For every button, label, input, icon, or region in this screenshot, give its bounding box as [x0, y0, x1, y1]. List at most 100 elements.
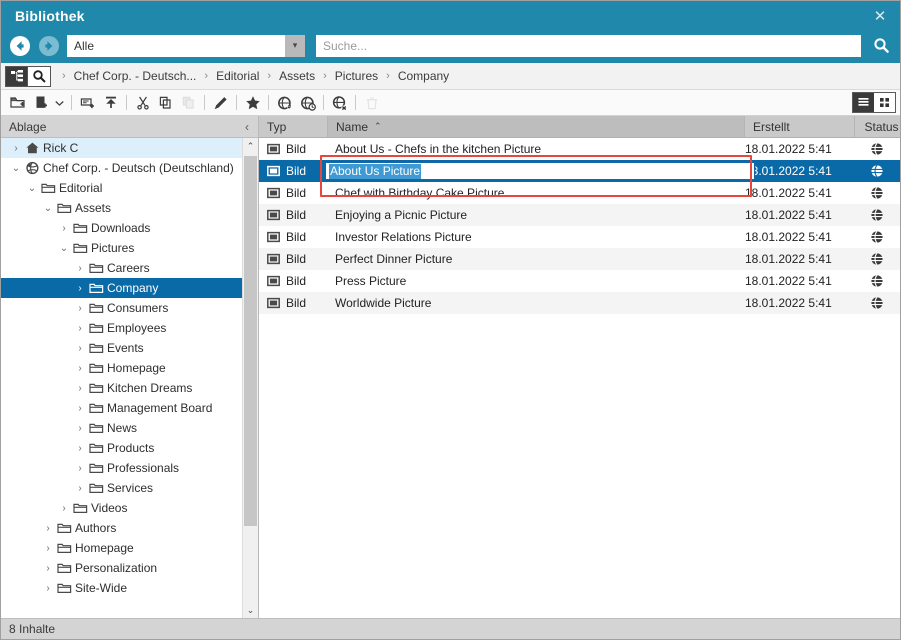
scroll-up-icon[interactable]: ⌃	[243, 138, 258, 154]
chevron-right-icon[interactable]: ›	[41, 543, 55, 554]
column-header-typ[interactable]: Typ	[259, 116, 327, 137]
breadcrumb-item[interactable]: Company	[395, 69, 452, 83]
tree-item-rick-c[interactable]: ›Rick C	[1, 138, 242, 158]
cell-type-label: Bild	[286, 186, 306, 200]
breadcrumb-item[interactable]: Editorial	[213, 69, 262, 83]
tree-item-consumers[interactable]: ›Consumers	[1, 298, 242, 318]
tile-view-button[interactable]	[874, 93, 895, 112]
chevron-right-icon[interactable]: ›	[73, 383, 87, 394]
tree-item-authors[interactable]: › Authors	[1, 518, 242, 538]
tree-item-assets[interactable]: ⌄Assets	[1, 198, 242, 218]
upload-icon[interactable]	[99, 92, 122, 114]
publish-icon[interactable]	[273, 92, 296, 114]
chevron-right-icon[interactable]: ›	[41, 563, 55, 574]
unpublish-icon[interactable]	[328, 92, 351, 114]
tree-item-products[interactable]: ›Products	[1, 438, 242, 458]
tree-item-editorial[interactable]: ⌄Editorial	[1, 178, 242, 198]
table-row[interactable]: BildAbout Us - Chefs in the kitchen Pict…	[259, 138, 900, 160]
schedule-publish-icon[interactable]	[296, 92, 319, 114]
chevron-right-icon[interactable]: ›	[57, 223, 71, 234]
forward-icon[interactable]	[38, 35, 60, 57]
chevron-right-icon[interactable]: ›	[73, 423, 87, 434]
chevron-right-icon[interactable]: ›	[57, 503, 71, 514]
rename-input[interactable]: About Us Picture	[325, 162, 755, 180]
new-document-icon[interactable]	[29, 92, 52, 114]
list-view-button[interactable]	[853, 93, 874, 112]
scrollbar-thumb[interactable]	[244, 156, 257, 526]
delete-trash-icon	[360, 92, 383, 114]
tree-item-pictures[interactable]: ⌄Pictures	[1, 238, 242, 258]
copy-icon[interactable]	[154, 92, 177, 114]
tree-item-news[interactable]: ›News	[1, 418, 242, 438]
picture-icon	[267, 253, 280, 265]
close-icon[interactable]: ✕	[860, 1, 900, 31]
search-mode-button[interactable]	[28, 66, 51, 87]
tree-item-management-board[interactable]: ›Management Board	[1, 398, 242, 418]
chevron-right-icon[interactable]: ›	[73, 363, 87, 374]
tree-item-professionals[interactable]: ›Professionals	[1, 458, 242, 478]
chevron-right-icon[interactable]: ›	[73, 343, 87, 354]
column-header-status[interactable]: Status	[854, 116, 900, 137]
filter-dropdown[interactable]: Alle ▾	[67, 35, 305, 57]
search-input[interactable]	[316, 36, 861, 56]
chevron-right-icon[interactable]: ›	[73, 263, 87, 274]
tree-item-kitchen-dreams[interactable]: ›Kitchen Dreams	[1, 378, 242, 398]
tree-item-services[interactable]: ›Services	[1, 478, 242, 498]
search-icon[interactable]	[868, 35, 894, 57]
edit-pencil-icon[interactable]	[209, 92, 232, 114]
tree-mode-button[interactable]	[5, 66, 28, 87]
tree-item-chef-corp-deutsch-deutschland[interactable]: ⌄Chef Corp. - Deutsch (Deutschland)	[1, 158, 242, 178]
tree-item-homepage[interactable]: ›Homepage	[1, 358, 242, 378]
tree-item-label: Authors	[73, 521, 116, 535]
folder-icon	[55, 541, 73, 555]
chevron-down-icon[interactable]: ⌄	[57, 243, 71, 254]
table-row[interactable]: BildEnjoying a Picnic Picture18.01.2022 …	[259, 204, 900, 226]
table-row[interactable]: BildWorldwide Picture18.01.2022 5:41	[259, 292, 900, 314]
table-row[interactable]: BildPress Picture18.01.2022 5:41	[259, 270, 900, 292]
cell-type: Bild	[259, 296, 327, 310]
back-icon[interactable]	[9, 35, 31, 57]
table-row[interactable]: BildChef with Birthday Cake Picture18.01…	[259, 182, 900, 204]
favorite-star-icon[interactable]	[241, 92, 264, 114]
tree-scrollbar[interactable]: ⌃ ⌄	[242, 138, 258, 618]
table-row[interactable]: Bild18.01.2022 5:41About Us Picture	[259, 160, 900, 182]
scroll-down-icon[interactable]: ⌄	[243, 602, 258, 618]
chevron-right-icon[interactable]: ›	[41, 583, 55, 594]
chevron-right-icon[interactable]: ›	[73, 443, 87, 454]
chevron-down-icon[interactable]	[52, 92, 67, 114]
breadcrumb-item[interactable]: Chef Corp. - Deutsch...	[71, 69, 200, 83]
breadcrumb-item[interactable]: Pictures	[332, 69, 381, 83]
chevron-down-icon[interactable]: ⌄	[41, 203, 55, 214]
breadcrumb-separator: ›	[318, 70, 332, 82]
table-row[interactable]: BildPerfect Dinner Picture18.01.2022 5:4…	[259, 248, 900, 270]
tree-item-careers[interactable]: ›Careers	[1, 258, 242, 278]
chevron-right-icon[interactable]: ›	[73, 283, 87, 294]
tree-item-company[interactable]: ›Company	[1, 278, 242, 298]
chevron-right-icon[interactable]: ›	[73, 303, 87, 314]
column-header-name[interactable]: Name⌃	[327, 116, 744, 137]
column-header-date[interactable]: Erstellt	[744, 116, 854, 137]
chevron-right-icon[interactable]: ›	[73, 483, 87, 494]
tree-item-employees[interactable]: ›Employees	[1, 318, 242, 338]
chevron-down-icon[interactable]: ▾	[285, 35, 305, 57]
tree-item-videos[interactable]: ›Videos	[1, 498, 242, 518]
import-asset-icon[interactable]	[76, 92, 99, 114]
chevron-right-icon[interactable]: ›	[73, 463, 87, 474]
chevron-right-icon[interactable]: ›	[73, 323, 87, 334]
breadcrumb-item[interactable]: Assets	[276, 69, 318, 83]
home-icon	[23, 141, 41, 155]
tree-item-events[interactable]: ›Events	[1, 338, 242, 358]
chevron-right-icon[interactable]: ›	[73, 403, 87, 414]
tree-item-site-wide[interactable]: ›Site-Wide	[1, 578, 242, 598]
cut-icon[interactable]	[131, 92, 154, 114]
chevron-right-icon[interactable]: ›	[9, 143, 23, 154]
tree-item-personalization[interactable]: ›Personalization	[1, 558, 242, 578]
tree-item-homepage[interactable]: ›Homepage	[1, 538, 242, 558]
chevron-right-icon[interactable]: ›	[41, 523, 55, 534]
table-row[interactable]: BildInvestor Relations Picture18.01.2022…	[259, 226, 900, 248]
chevron-down-icon[interactable]: ⌄	[25, 183, 39, 194]
collapse-panel-icon[interactable]: ‹	[242, 120, 252, 134]
tree-item-downloads[interactable]: ›Downloads	[1, 218, 242, 238]
chevron-down-icon[interactable]: ⌄	[9, 163, 23, 174]
new-folder-icon[interactable]	[6, 92, 29, 114]
